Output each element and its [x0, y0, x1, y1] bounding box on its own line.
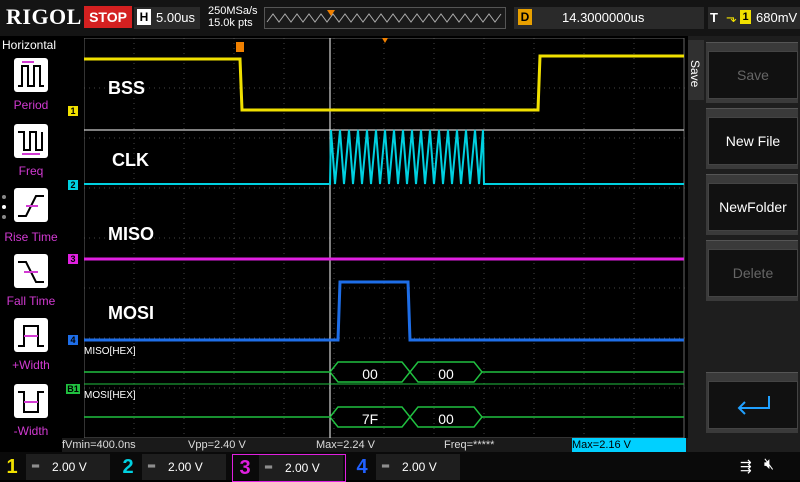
miso-byte-0: 00	[362, 366, 378, 382]
ch3-number: 3	[239, 457, 251, 479]
save-button[interactable]: Save	[706, 42, 798, 103]
trigger-level: 680mV	[756, 10, 798, 25]
ch2-marker[interactable]: 2	[68, 180, 78, 190]
menu-tab[interactable]: Save	[688, 40, 704, 100]
ch4-body: ═ 2.00 V	[376, 454, 460, 480]
rise-time-button[interactable]	[14, 188, 48, 222]
ch1-number: 1	[6, 456, 18, 478]
fall-time-label: Fall Time	[6, 294, 56, 308]
label-clk: CLK	[112, 150, 149, 170]
bus-label-mosi: MOSI[HEX]	[84, 390, 136, 401]
dc-coupling-icon: ═	[265, 462, 273, 473]
ch2-scale[interactable]: 2 ═ 2.00 V	[116, 454, 228, 480]
ch1-volts: 2.00 V	[52, 460, 87, 474]
new-file-button[interactable]: New File	[706, 108, 798, 169]
return-arrow-icon	[737, 396, 770, 415]
rise-time-label: Rise Time	[4, 230, 58, 244]
delete-label: Delete	[708, 249, 798, 297]
ch3-volts: 2.00 V	[285, 461, 320, 475]
memory-depth: 15.0k pts	[208, 17, 253, 29]
measurement-bar: fVmin=400.0ns Vpp=2.40 V Max=2.24 V Freq…	[62, 438, 688, 452]
meas-max: Max=2.24 V	[316, 439, 376, 451]
ch3-body: ═ 2.00 V	[259, 455, 343, 481]
acquisition-info: 250MSa/s 15.0k pts	[208, 5, 258, 29]
trigger-key: T	[710, 10, 718, 25]
usb-icon: ⇶	[740, 458, 752, 474]
freq-icon	[18, 131, 43, 155]
meas-vpp: Vpp=2.40 V	[188, 439, 246, 451]
bus-marker[interactable]: B1	[66, 384, 80, 394]
menu-tab-label: Save	[688, 60, 702, 88]
mosi-byte-1: 00	[438, 411, 454, 427]
new-file-label: New File	[708, 117, 798, 165]
speaker-muted-icon[interactable]: 🔇︎	[764, 456, 774, 474]
dc-coupling-icon: ═	[32, 461, 40, 472]
timebase-display[interactable]: H 5.00us	[134, 7, 200, 29]
fall-time-button[interactable]	[14, 254, 48, 288]
center-marker-icon	[382, 38, 388, 43]
label-bss: BSS	[108, 78, 146, 98]
trigger-display[interactable]: T ⬎ 1 680mV	[708, 7, 800, 29]
delete-button[interactable]: Delete	[706, 240, 798, 301]
ch3-scale[interactable]: 3 ═ 2.00 V	[232, 454, 346, 482]
save-label: Save	[708, 51, 798, 99]
timebase-value: 5.00us	[156, 10, 196, 25]
return-button[interactable]	[706, 372, 798, 433]
trigger-position-icon	[236, 42, 244, 52]
pos-width-label: +Width	[12, 358, 50, 372]
meas-vmin: fVmin=400.0ns	[62, 439, 136, 451]
ch2-body: ═ 2.00 V	[142, 454, 226, 480]
new-folder-label: NewFolder	[708, 183, 798, 231]
dc-coupling-icon: ═	[148, 461, 156, 472]
timebase-key: H	[137, 9, 151, 25]
ch1-body: ═ 2.00 V	[26, 454, 110, 480]
neg-width-button[interactable]	[14, 384, 48, 418]
brand-logo: RIGOL	[6, 4, 82, 29]
pos-width-button[interactable]	[14, 318, 48, 352]
ch4-marker[interactable]: 4	[68, 335, 78, 345]
sample-rate: 250MSa/s	[208, 5, 258, 17]
falling-edge-icon: ⬎	[726, 10, 737, 25]
ch4-volts: 2.00 V	[402, 460, 437, 474]
period-label: Period	[13, 98, 49, 112]
period-icon	[18, 61, 44, 87]
dc-coupling-icon: ═	[382, 461, 390, 472]
fall-time-icon	[18, 261, 44, 283]
ch2-number: 2	[122, 456, 134, 478]
ch4-number: 4	[356, 456, 368, 478]
label-mosi: MOSI	[108, 303, 155, 323]
label-miso: MISO	[108, 224, 155, 244]
page-dots	[2, 195, 8, 225]
new-folder-button[interactable]: NewFolder	[706, 174, 798, 235]
miso-byte-1: 00	[438, 366, 454, 382]
ch1-scale[interactable]: 1 ═ 2.00 V	[0, 454, 112, 480]
overview-wave-icon	[266, 10, 502, 23]
panel-title: Horizontal	[2, 38, 57, 52]
delay-value: 14.3000000us	[562, 10, 645, 25]
mosi-byte-0: 7F	[361, 411, 379, 427]
freq-button[interactable]	[14, 124, 48, 158]
ch4-scale[interactable]: 4 ═ 2.00 V	[350, 454, 462, 480]
neg-width-label: -Width	[13, 424, 49, 438]
neg-width-icon	[18, 391, 44, 413]
period-button[interactable]	[14, 58, 48, 92]
ch2-volts: 2.00 V	[168, 460, 203, 474]
meas-freq: Freq=*****	[444, 439, 495, 451]
bus-label-miso: MISO[HEX]	[84, 346, 136, 357]
ch3-marker[interactable]: 3	[68, 254, 78, 264]
ch1-marker[interactable]: 1	[68, 106, 78, 116]
ch4-trace	[84, 280, 684, 342]
delay-display[interactable]: D 14.3000000us	[514, 7, 704, 29]
return-button-face	[708, 381, 798, 429]
delay-key: D	[518, 9, 532, 25]
trigger-source: 1	[740, 10, 751, 24]
waveform-overview	[264, 7, 506, 29]
rise-time-icon	[18, 195, 44, 217]
freq-label: Freq	[18, 164, 44, 178]
pos-width-icon	[18, 325, 44, 347]
run-stop-indicator[interactable]: STOP	[84, 6, 132, 28]
meas-max-selected: Max=2.16 V	[572, 438, 686, 452]
